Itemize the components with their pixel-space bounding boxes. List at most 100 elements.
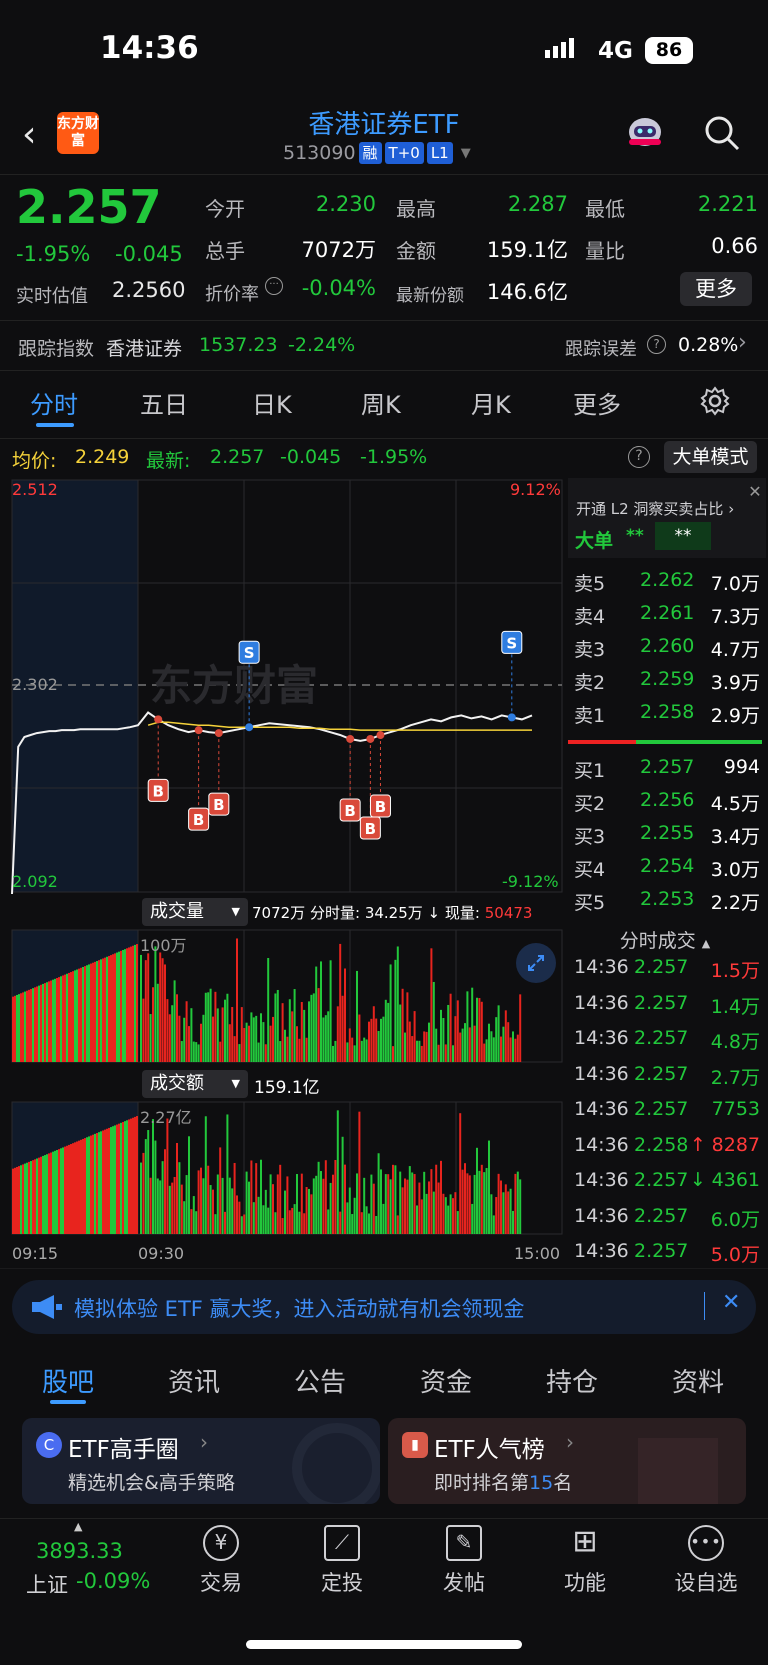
index-value[interactable]: 3893.33 [36, 1539, 123, 1563]
tab-intraday[interactable]: 分时 [30, 385, 78, 420]
big-order-mode-button[interactable]: 大单模式 [664, 441, 757, 473]
volume-bar [50, 1152, 52, 1234]
close-icon[interactable]: ✕ [745, 482, 765, 502]
bid-row[interactable]: 买4 2.254 3.0万 [572, 851, 762, 884]
trades-title-row[interactable]: 分时成交 ▲ [568, 926, 762, 953]
signal-b-marker[interactable]: B [188, 726, 210, 831]
tab-profile[interactable]: 资料 [672, 1362, 724, 1399]
ask-row[interactable]: 卖2 2.259 3.9万 [572, 664, 762, 697]
average-line [147, 721, 532, 731]
svg-text:B: B [213, 796, 224, 814]
tab-funds[interactable]: 资金 [420, 1362, 472, 1399]
volume-now-value: 50473 [484, 904, 533, 922]
volume-bar [18, 994, 20, 1062]
chevron-right-icon[interactable]: › [738, 330, 747, 355]
volume-bar [104, 1129, 106, 1234]
nav-invest-plan[interactable]: ⟋ 定投 [302, 1525, 382, 1597]
volume-bar [190, 1008, 193, 1062]
volume-bar [425, 1031, 428, 1062]
bid-row[interactable]: 买2 2.256 4.5万 [572, 785, 762, 818]
volume-bar [204, 1116, 207, 1234]
more-button[interactable]: 更多 [680, 272, 752, 306]
volume-bar [509, 1188, 512, 1234]
volume-bar [495, 1017, 498, 1062]
amount-dropdown[interactable]: 成交额 ▼ [142, 1070, 248, 1098]
volume-bar [322, 1017, 325, 1062]
volume-bar [392, 1046, 394, 1062]
track-name[interactable]: 香港证券 [106, 334, 182, 361]
grid-icon: ⊞ [572, 1524, 598, 1559]
intraday-chart[interactable]: 东方财富 BBBSBBBS 2.512 2.302 2.092 9.12% -9… [0, 478, 565, 1268]
nav-add-watchlist[interactable]: ••• 设自选 [666, 1525, 746, 1597]
bid-label: 买5 [574, 892, 606, 914]
settings-icon[interactable] [700, 386, 730, 416]
volume-bar [76, 969, 78, 1062]
help-icon[interactable]: ? [647, 335, 666, 354]
promo-banner[interactable]: 模拟体验 ETF 赢大奖，进入活动就有机会领现金 ✕ [12, 1280, 756, 1334]
ask-row[interactable]: 卖1 2.258 2.9万 [572, 697, 762, 730]
index-name[interactable]: 上证 [26, 1569, 68, 1599]
volume-bar [504, 1010, 507, 1062]
volume-bar [296, 1174, 298, 1234]
etf-popularity-card[interactable]: ▮ ETF人气榜 › 即时排名第15名 [388, 1418, 746, 1504]
ask-row[interactable]: 卖5 2.262 7.0万 [572, 565, 762, 598]
robot-assistant-icon[interactable] [623, 112, 667, 152]
volume-bar [317, 988, 320, 1062]
tab-day-k[interactable]: 日K [252, 385, 292, 420]
tab-five-day[interactable]: 五日 [140, 385, 188, 420]
expand-icon[interactable] [516, 943, 556, 983]
volume-bar [188, 1026, 190, 1062]
tab-month-k[interactable]: 月K [471, 385, 511, 420]
signal-b-marker[interactable]: B [369, 731, 391, 818]
signal-s-marker[interactable]: S [501, 630, 523, 722]
tab-news[interactable]: 资讯 [168, 1362, 220, 1399]
tab-week-k[interactable]: 周K [361, 385, 401, 420]
volume-bar [212, 1016, 214, 1062]
volume-bar [108, 955, 110, 1062]
volume-bar [344, 968, 346, 1062]
tab-more[interactable]: 更多 [573, 385, 621, 420]
help-icon[interactable]: ? [628, 446, 650, 468]
est-label: 实时估值 [16, 286, 88, 307]
nav-post[interactable]: ✎ 发帖 [424, 1525, 504, 1597]
bid-price: 2.256 [640, 789, 695, 811]
volume-bar [288, 999, 291, 1062]
bid-row[interactable]: 买1 2.257 994 [572, 752, 762, 785]
volume-bar [88, 1136, 90, 1234]
volume-bar [284, 1029, 286, 1062]
trade-price: 2.258 [634, 1133, 689, 1156]
etf-expert-card[interactable]: C ETF高手圈 › 精选机会&高手策略 [22, 1418, 380, 1504]
tab-announcements[interactable]: 公告 [294, 1362, 346, 1399]
signal-b-marker[interactable]: B [359, 734, 381, 840]
volume-bar [377, 1153, 380, 1234]
trade-time: 14:36 [574, 1062, 629, 1085]
ask-row[interactable]: 卖4 2.261 7.3万 [572, 598, 762, 631]
tab-guba[interactable]: 股吧 [42, 1362, 94, 1399]
tab-holdings[interactable]: 持仓 [546, 1362, 598, 1399]
volume-dropdown[interactable]: 成交量 ▼ [142, 898, 248, 926]
volume-bar [320, 1171, 322, 1234]
index-change[interactable]: -0.09% [76, 1569, 150, 1593]
nav-functions[interactable]: ⊞ 功能 [545, 1525, 625, 1597]
volume-bar [147, 953, 150, 1062]
volume-bar [466, 991, 469, 1062]
discount-label: 折价率 [205, 284, 259, 305]
volume-bar [110, 1127, 112, 1234]
bid-row[interactable]: 买5 2.253 2.2万 [572, 884, 762, 917]
signal-b-marker[interactable]: B [147, 715, 169, 802]
search-icon[interactable] [703, 114, 741, 152]
ask-label: 卖2 [574, 672, 606, 694]
volume-bar [452, 1045, 454, 1062]
signal-b-marker[interactable]: B [339, 734, 361, 822]
volume-bar [368, 1021, 370, 1062]
volume-bar [454, 1016, 457, 1062]
code-row[interactable]: 513090 融 T+0 L1 ▼ [283, 142, 471, 164]
volume-bar [437, 1182, 440, 1234]
bid-row[interactable]: 买3 2.255 3.4万 [572, 818, 762, 851]
close-icon[interactable]: ✕ [722, 1290, 740, 1315]
l2-promo-link[interactable]: 开通 L2 洞察买卖占比 › [576, 498, 734, 519]
signal-b-marker[interactable]: B [208, 729, 230, 816]
nav-trade[interactable]: ¥ 交易 [181, 1525, 261, 1597]
volume-bar [28, 1161, 30, 1234]
ask-row[interactable]: 卖3 2.260 4.7万 [572, 631, 762, 664]
